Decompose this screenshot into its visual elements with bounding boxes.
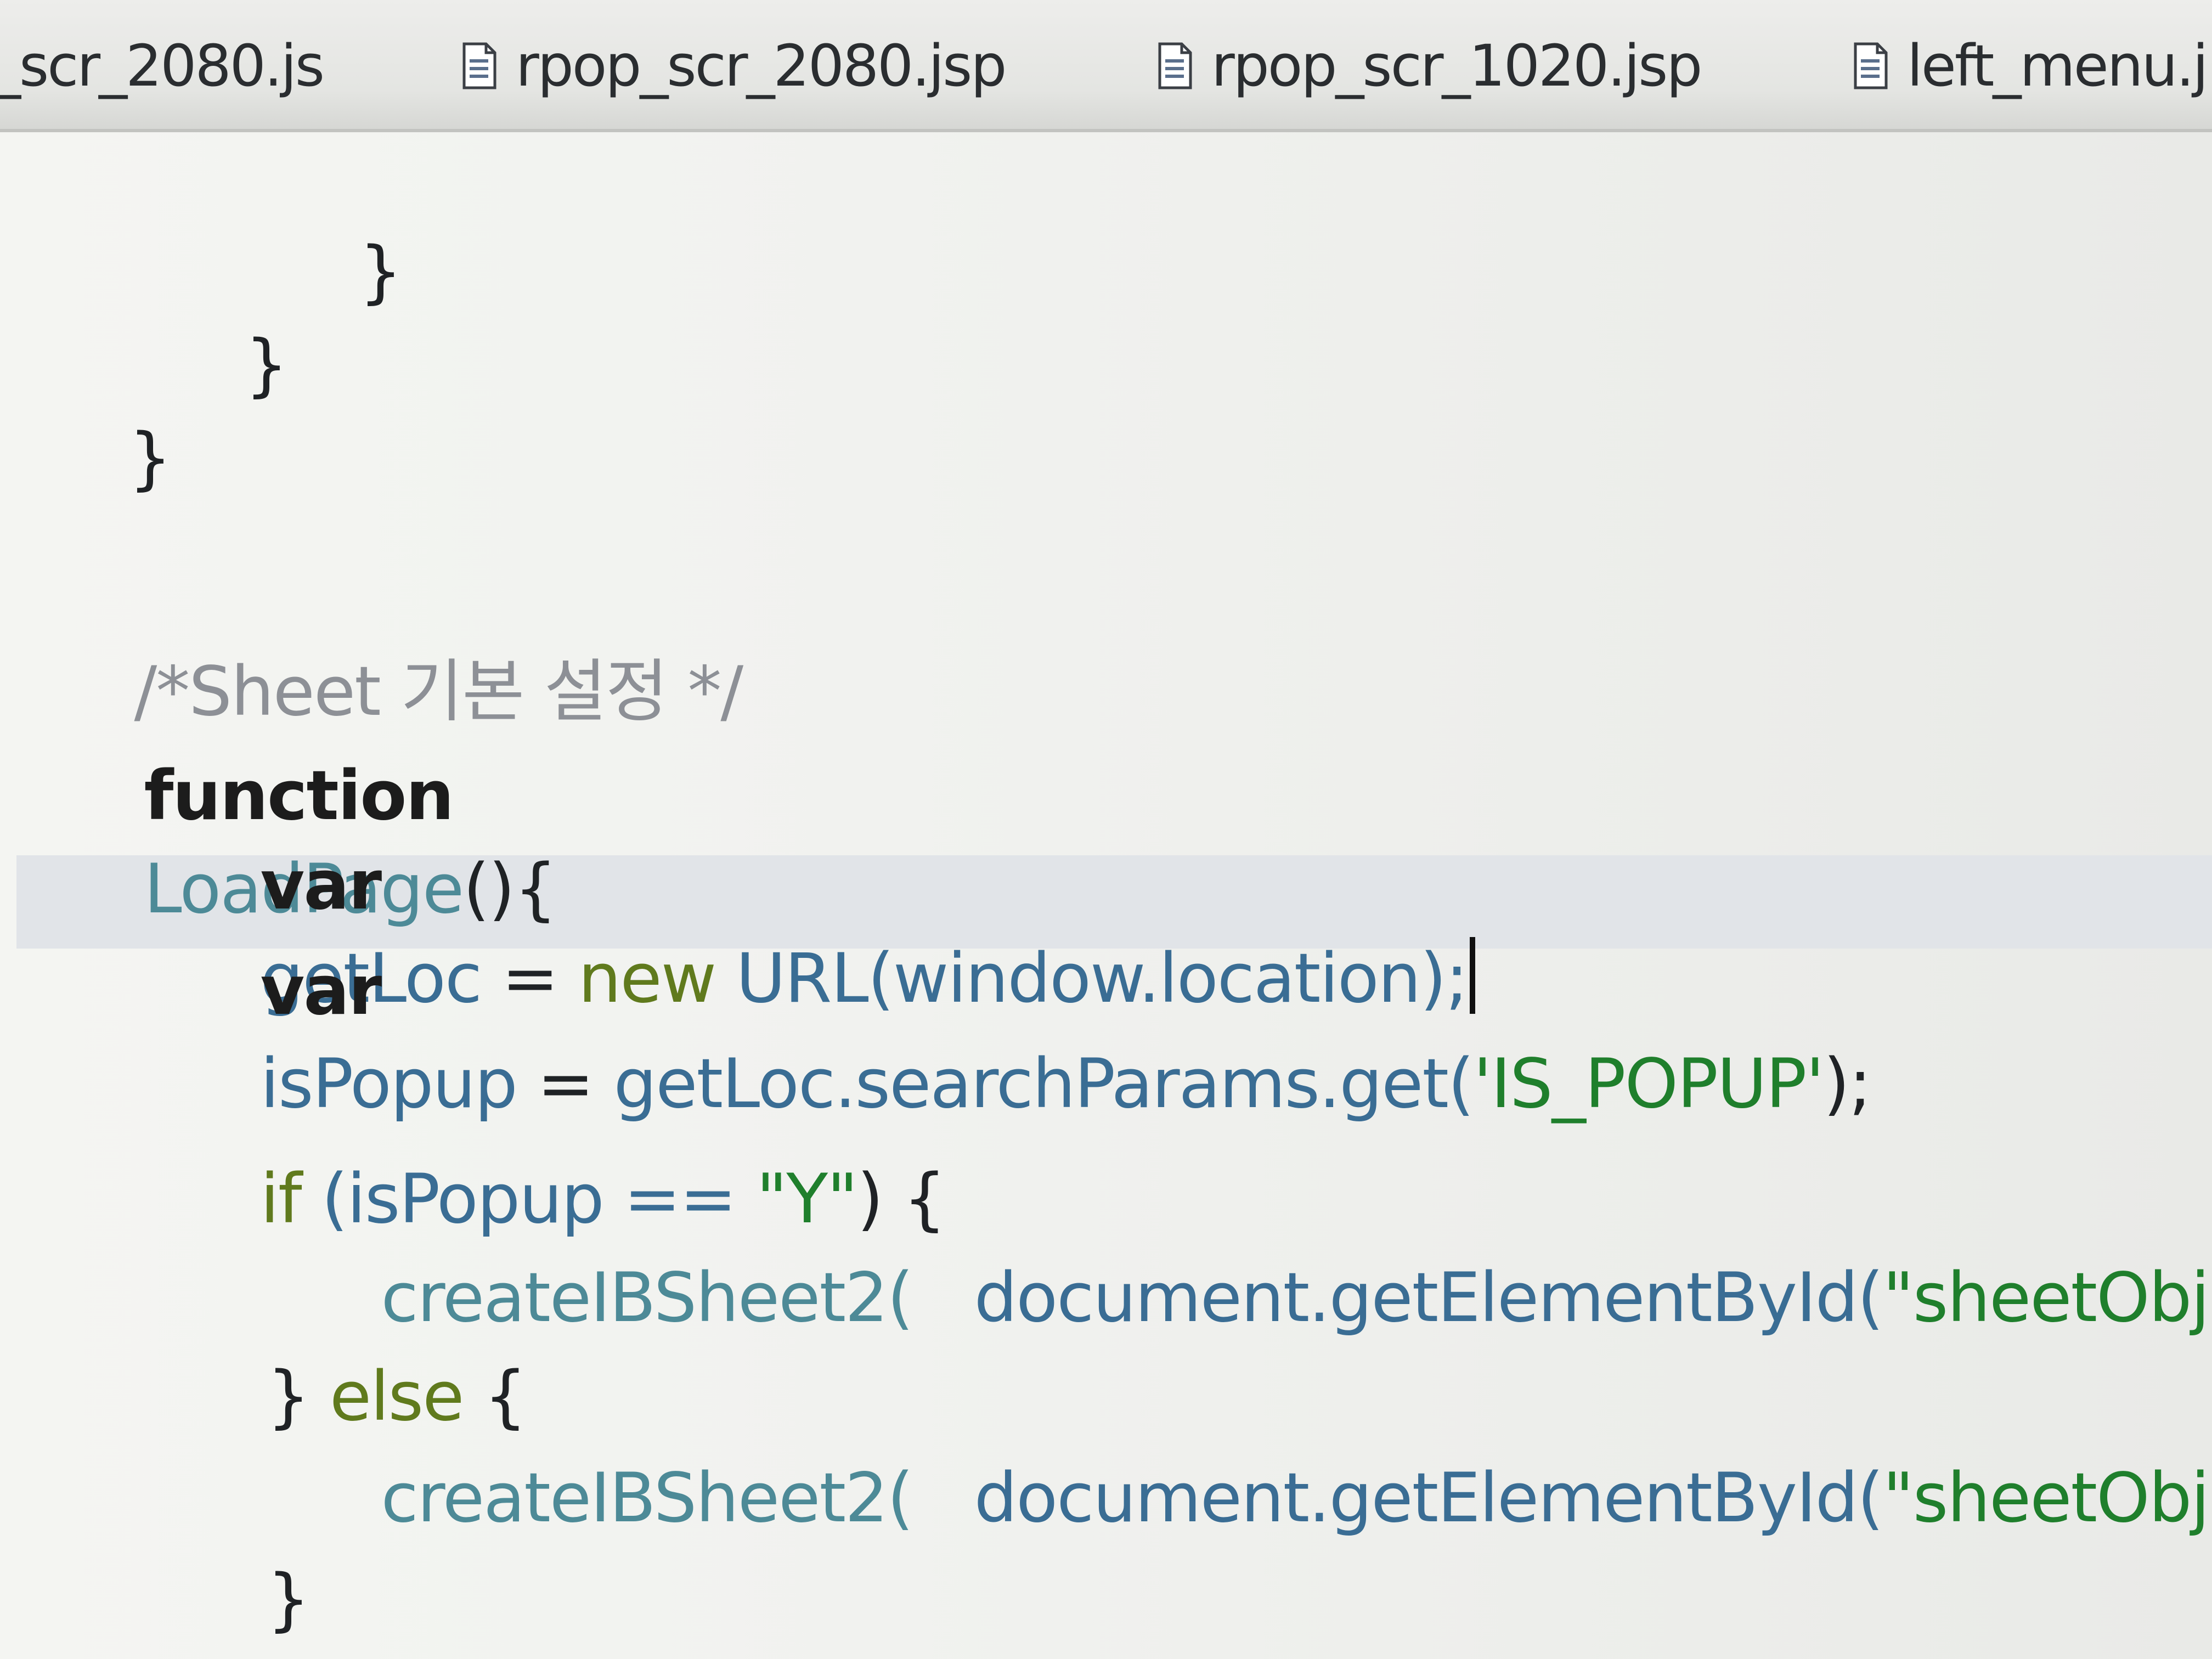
code-editor-window: _scr_2080.js rpop_scr_2080.jsp rpop_scr_…	[0, 0, 2212, 1659]
tab-rpop-scr-2080-jsp[interactable]: rpop_scr_2080.jsp	[462, 22, 1007, 110]
code-line-else: } else {	[267, 1357, 527, 1436]
code-line-comment: /*Sheet 기본 설정 */	[11, 552, 744, 731]
text-cursor	[1469, 937, 1475, 1014]
code-line-var-ispopup: var isPopup = getLoc.searchParams.get('I…	[260, 951, 1872, 1124]
tab-label: left_menu.j	[1907, 32, 2209, 99]
editor-tab-bar: _scr_2080.js rpop_scr_2080.jsp rpop_scr_…	[0, 0, 2212, 132]
code-line-create-sheet-default: createIBSheet2( document.getElementById(…	[381, 1459, 2212, 1538]
jsp-file-icon	[1853, 42, 1888, 90]
tab-label: _scr_2080.js	[0, 32, 325, 99]
code-line-var-getloc: var getLoc = new URL(window.location);	[137, 746, 1475, 1018]
code-text-area[interactable]: } } } /*Sheet 기본 설정 */ function LoadPage…	[0, 132, 2212, 1659]
tab-label: rpop_scr_1020.jsp	[1211, 32, 1702, 99]
code-line-closing-brace: }	[128, 419, 172, 498]
jsp-file-icon	[462, 42, 497, 90]
tab-label: rpop_scr_2080.jsp	[516, 32, 1007, 99]
code-line-function-declaration: function LoadPage(){	[144, 757, 557, 929]
code-line-create-sheet-popup: createIBSheet2( document.getElementById(…	[381, 1259, 2212, 1338]
jsp-file-icon	[1158, 42, 1193, 90]
tab-left-menu[interactable]: left_menu.j	[1853, 22, 2209, 110]
tab-scr-2080-js[interactable]: _scr_2080.js	[0, 22, 325, 110]
tab-rpop-scr-1020-jsp[interactable]: rpop_scr_1020.jsp	[1158, 22, 1702, 110]
code-line-if-statement: if (isPopup == "Y") {	[260, 1160, 946, 1239]
code-line-closing-brace: }	[245, 326, 289, 405]
code-line-closing-brace: }	[267, 1560, 311, 1639]
code-line-closing-brace: }	[359, 233, 403, 312]
